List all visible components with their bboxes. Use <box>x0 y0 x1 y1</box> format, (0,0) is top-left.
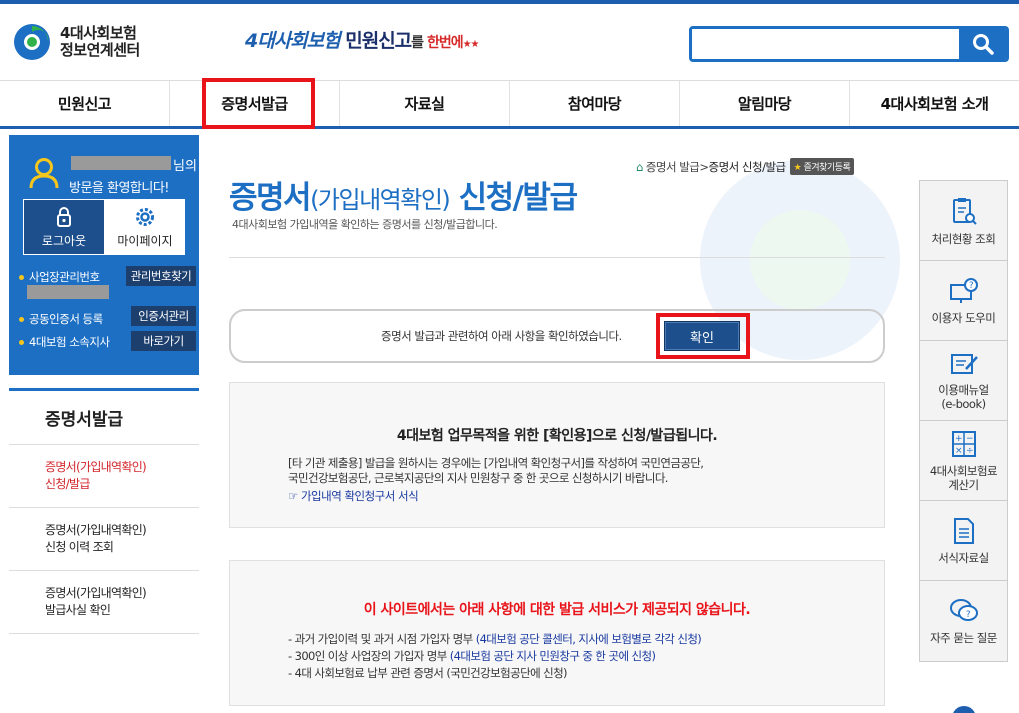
favorite-button[interactable]: ★ 즐겨찾기등록 <box>789 158 855 175</box>
cert-manage-button[interactable]: 인증서관리 <box>131 306 196 326</box>
masked-username <box>71 156 171 170</box>
search-button[interactable] <box>959 29 1006 59</box>
gnb-item-resources[interactable]: 자료실 <box>340 81 510 126</box>
svg-text:?: ? <box>965 610 970 620</box>
star-icon: ★ <box>793 163 802 173</box>
svg-text:÷: ÷ <box>965 446 972 456</box>
gnb-item-complaint[interactable]: 민원신고 <box>0 81 170 126</box>
list-item: - 4대 사회보험료 납부 관련 증명서 (국민건강보험공단에 신청) <box>288 666 568 680</box>
monitor-help-icon: ? <box>949 277 978 303</box>
quick-manual[interactable]: 이용매뉴얼 (e-book) <box>920 341 1007 421</box>
stars-icon: ★★ <box>462 39 480 50</box>
notice-title: 4대보험 업무목적을 위한 [확인용]으로 신청/발급됩니다. <box>396 428 718 444</box>
page-title: 증명서(가입내역확인) 신청/발급 <box>229 180 578 216</box>
lnb-item-history[interactable]: 증명서(가입내역확인) 신청 이력 조회 <box>9 508 199 571</box>
confirm-box: 증명서 발급과 관련하여 아래 사항을 확인하였습니다. 확인 <box>229 309 885 363</box>
lnb-item-apply[interactable]: 증명서(가입내역확인) 신청/발급 <box>9 445 199 508</box>
left-nav: 증명서발급 증명서(가입내역확인) 신청/발급 증명서(가입내역확인) 신청 이… <box>9 388 199 634</box>
notice-box-confirm-use: 4대보험 업무목적을 위한 [확인용]으로 신청/발급됩니다. [타 기관 제출… <box>229 382 885 528</box>
quick-menu: 처리현황 조회 ? 이용자 도우미 이용매뉴얼 (e-book) + − × ÷ <box>919 180 1008 662</box>
lnb-title: 증명서발급 <box>9 391 199 445</box>
form-download-link[interactable]: ☞ 가입내역 확인청구서 서식 <box>288 488 419 504</box>
svg-text:?: ? <box>968 281 973 291</box>
gear-icon <box>136 207 154 226</box>
gnb-item-notice[interactable]: 알림마당 <box>680 81 850 126</box>
welcome-suffix: 님의 <box>173 159 197 174</box>
quick-faq[interactable]: ? 자주 묻는 질문 <box>920 581 1007 661</box>
top-accent-line <box>0 0 1019 4</box>
quick-helper[interactable]: ? 이용자 도우미 <box>920 261 1007 341</box>
calculator-icon: + − × ÷ <box>951 430 976 457</box>
login-panel: 님의 방문을 환영합니다! 로그아웃 마이페이지 사업장관리번호 관리번호찾기 … <box>9 135 199 375</box>
branch-go-button[interactable]: 바로가기 <box>131 331 196 351</box>
site-logo[interactable]: 4대사회보험 정보연계센터 <box>12 22 140 62</box>
notice-paragraph: [타 기관 제출용] 발급을 원하시는 경우에는 [가입내역 확인청구서]를 작… <box>288 456 704 485</box>
biz-no-label: 사업장관리번호 <box>19 269 100 285</box>
warning-title: 이 사이트에서는 아래 사항에 대한 발급 서비스가 제공되지 않습니다. <box>363 602 751 618</box>
chat-bubble-icon: ? <box>949 599 978 621</box>
quick-forms[interactable]: 서식자료실 <box>920 501 1007 581</box>
list-item: - 과거 가입이력 및 과거 시점 가입자 명부 (4대보험 공단 콜센터, 지… <box>288 632 702 646</box>
home-icon[interactable]: ⌂ <box>636 160 643 174</box>
page-description: 4대사회보험 가입내역을 확인하는 증명서를 신청/발급합니다. <box>232 218 498 231</box>
notice-box-not-provided: 이 사이트에서는 아래 사항에 대한 발급 서비스가 제공되지 않습니다. - … <box>229 560 885 706</box>
header-slogan: 4대사회보험 민원신고를 한번에★★ <box>245 30 480 52</box>
find-biz-no-button[interactable]: 관리번호찾기 <box>126 266 196 286</box>
lock-icon <box>57 206 71 227</box>
logo-emblem-icon <box>12 22 52 62</box>
svg-text:−: − <box>965 434 972 444</box>
mypage-button[interactable]: 마이페이지 <box>105 199 185 255</box>
masked-biz-no <box>27 285 109 299</box>
cert-register-link[interactable]: 공동인증서 등록 <box>19 311 103 327</box>
manual-edit-icon <box>950 353 978 374</box>
not-provided-list: - 과거 가입이력 및 과거 시점 가입자 명부 (4대보험 공단 콜센터, 지… <box>288 631 702 682</box>
user-icon <box>29 158 59 189</box>
gnb-item-participation[interactable]: 참여마당 <box>510 81 680 126</box>
confirm-text: 증명서 발급과 관련하여 아래 사항을 확인하였습니다. <box>381 329 622 343</box>
breadcrumb: ⌂ 증명서 발급 > 증명서 신청/발급 ★ 즐겨찾기등록 <box>636 158 855 175</box>
search-icon <box>972 34 994 55</box>
gnb-item-certificate[interactable]: 증명서발급 <box>170 78 340 129</box>
quick-status[interactable]: 처리현황 조회 <box>920 181 1007 261</box>
divider <box>229 257 885 258</box>
welcome-text: 방문을 환영합니다! <box>69 181 170 196</box>
logout-button[interactable]: 로그아웃 <box>23 199 105 255</box>
quick-calculator[interactable]: + − × ÷ 4대사회보험료 계산기 <box>920 421 1007 501</box>
list-item: - 300인 이상 사업장의 가입자 명부 (4대보험 공단 지사 민원창구 중… <box>288 649 656 663</box>
search-bar <box>689 26 1009 62</box>
breadcrumb-item[interactable]: 증명서 발급 <box>646 159 700 175</box>
document-list-icon <box>953 517 974 544</box>
svg-text:×: × <box>954 446 961 456</box>
logo-line2: 정보연계센터 <box>60 41 140 59</box>
gnb-item-about[interactable]: 4대사회보험 소개 <box>850 81 1019 126</box>
logo-line1: 4대사회보험 <box>60 24 137 42</box>
svg-text:+: + <box>954 434 961 444</box>
clipboard-search-icon <box>952 197 977 225</box>
branch-label: 4대보험 소속지사 <box>19 334 110 350</box>
confirm-button[interactable]: 확인 <box>664 321 740 351</box>
scroll-top-button[interactable] <box>952 706 976 713</box>
breadcrumb-current: 증명서 신청/발급 <box>708 159 787 174</box>
lnb-item-verify[interactable]: 증명서(가입내역확인) 발급사실 확인 <box>9 571 199 634</box>
global-nav: 민원신고 증명서발급 자료실 참여마당 알림마당 4대사회보험 소개 <box>0 78 1019 129</box>
search-input[interactable] <box>692 29 959 59</box>
